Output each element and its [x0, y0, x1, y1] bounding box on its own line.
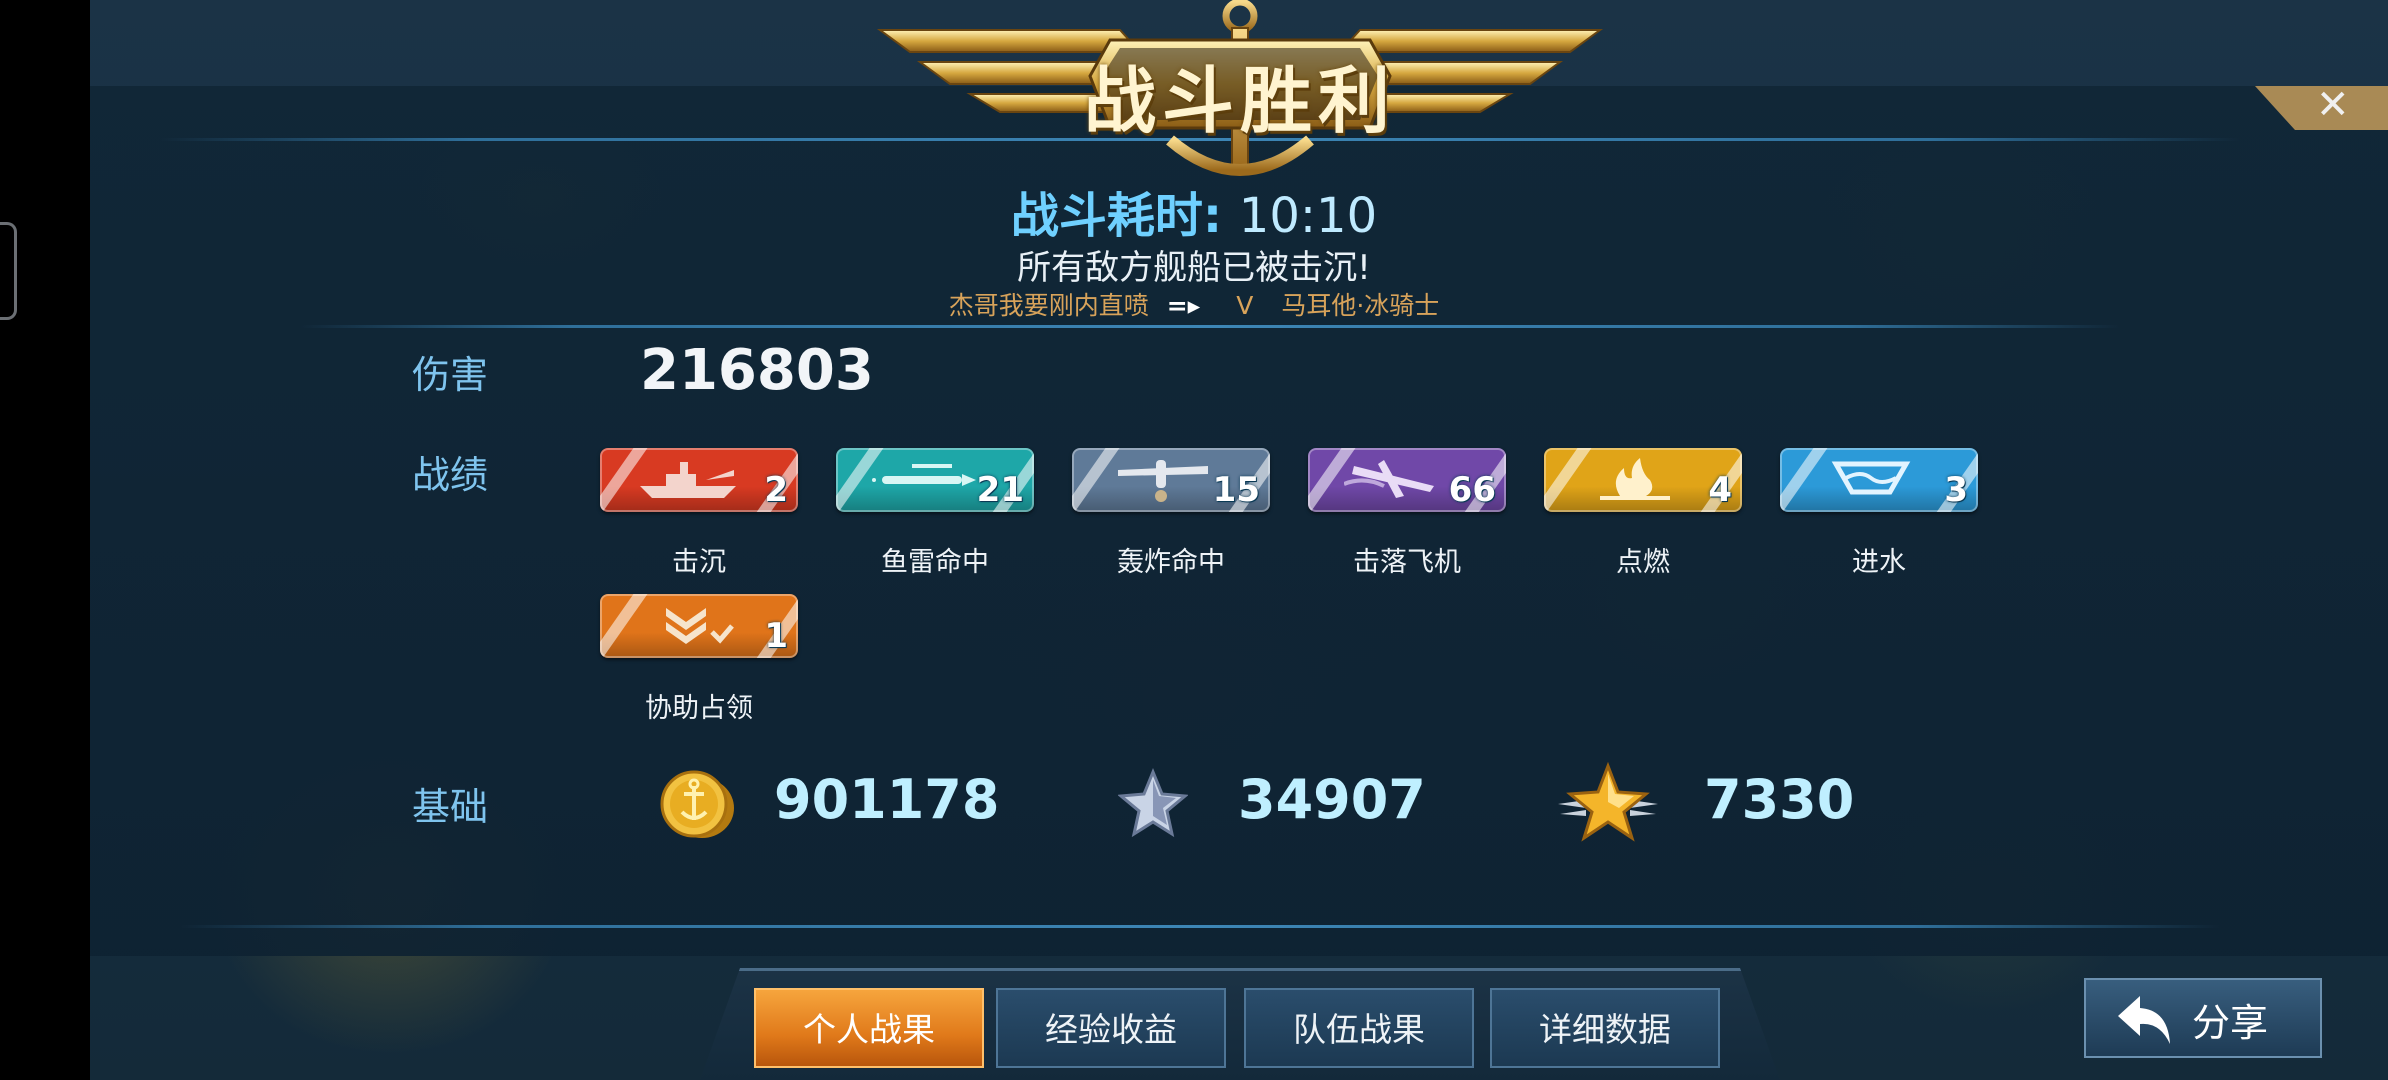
medal-count: 4: [1708, 470, 1732, 510]
tab-team-result[interactable]: 队伍战果: [1244, 988, 1474, 1068]
tab-detail-data[interactable]: 详细数据: [1490, 988, 1720, 1068]
medal-bomb-hit[interactable]: 15: [1072, 448, 1270, 512]
share-button[interactable]: 分享: [2084, 978, 2322, 1058]
medal-caption: 击落飞机: [1353, 547, 1461, 578]
medal-sink[interactable]: 2: [600, 448, 798, 512]
battle-message: 所有敌方舰船已被击沉!: [1017, 248, 1371, 288]
flood-icon: [1831, 461, 1911, 495]
battle-duration: 战斗耗时: 10:10: [0, 176, 2388, 246]
medal-assist-capture[interactable]: 1: [600, 594, 798, 658]
killer-name: 杰哥我要刚内直喷: [948, 291, 1149, 320]
medal-ignite[interactable]: 4: [1544, 448, 1742, 512]
tab-personal-result[interactable]: 个人战果: [754, 988, 984, 1068]
kill-arrow-icon: =▸: [1166, 291, 1201, 320]
medal-caption: 击沉: [672, 547, 726, 578]
gold-coin-icon: [660, 770, 734, 838]
torpedo-icon: [872, 464, 976, 486]
medal-caption: 协助占领: [645, 693, 753, 724]
victim-name: 马耳他·冰骑士: [1281, 291, 1440, 320]
duration-value: 10:10: [1238, 188, 1378, 244]
exp-star-icon: [1118, 768, 1188, 838]
rank-star-icon: [1558, 762, 1658, 842]
medal-torpedo-hit[interactable]: 21: [836, 448, 1034, 512]
kill-feed: 杰哥我要刚内直喷 =▸ V 马耳他·冰骑士: [0, 286, 2388, 322]
plane-down-icon: [1344, 460, 1434, 498]
bomber-icon: [1118, 460, 1208, 502]
damage-value: 216803: [640, 338, 874, 403]
victory-emblem: 战斗胜利: [870, 0, 1610, 185]
divider-bottom: [180, 925, 2220, 928]
medal-planes-downed[interactable]: 66: [1308, 448, 1506, 512]
medal-count: 1: [764, 616, 788, 656]
share-arrow-icon: [2118, 996, 2170, 1044]
medal-caption: 点燃: [1616, 547, 1670, 578]
tab-exp-gain[interactable]: 经验收益: [996, 988, 1226, 1068]
capture-icon: [666, 608, 734, 644]
rank-value: 7330: [1704, 768, 1855, 831]
exp-value: 34907: [1238, 768, 1426, 831]
screen-left-bar: [0, 0, 90, 1080]
duration-label: 战斗耗时:: [1010, 188, 1223, 244]
share-label: 分享: [2192, 1001, 2269, 1045]
fire-icon: [1600, 458, 1670, 500]
base-label: 基础: [412, 785, 489, 829]
medal-flooding[interactable]: 3: [1780, 448, 1978, 512]
coins-value: 901178: [774, 768, 1000, 831]
medal-count: 15: [1212, 470, 1260, 510]
kill-separator: V: [1236, 291, 1254, 320]
victory-title: 战斗胜利: [1083, 59, 1396, 143]
medal-caption: 轰炸命中: [1117, 547, 1225, 578]
medal-count: 21: [976, 470, 1024, 510]
medal-count: 66: [1448, 470, 1496, 510]
divider-mid: [300, 325, 2120, 328]
close-icon[interactable]: ✕: [2316, 82, 2350, 128]
medal-count: 2: [764, 470, 788, 510]
medal-count: 3: [1944, 470, 1968, 510]
medal-caption: 进水: [1852, 547, 1906, 578]
medal-caption: 鱼雷命中: [881, 547, 989, 578]
ship-icon: [640, 462, 736, 498]
record-label: 战绩: [412, 453, 489, 497]
result-tabs: 个人战果 经验收益 队伍战果 详细数据: [700, 968, 1780, 1080]
damage-label: 伤害: [412, 353, 489, 397]
